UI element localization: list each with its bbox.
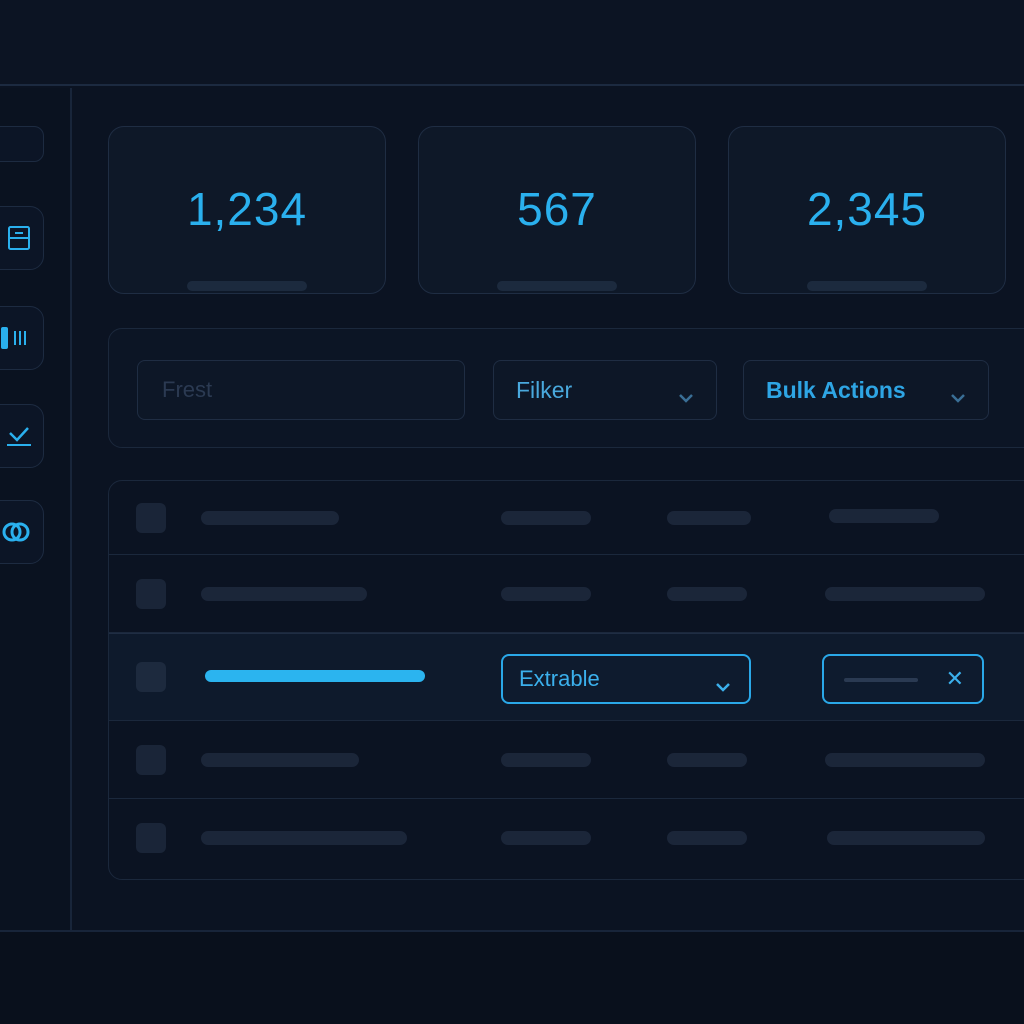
row-checkbox[interactable]	[136, 579, 166, 609]
row-checkbox[interactable]	[136, 823, 166, 853]
cell-placeholder	[667, 831, 747, 845]
cell-placeholder	[667, 511, 751, 525]
cell-placeholder	[201, 587, 367, 601]
row-checkbox[interactable]	[136, 503, 166, 533]
selected-row-name	[205, 670, 425, 682]
stat-value: 1,234	[186, 183, 308, 235]
bulk-actions-label: Bulk Actions	[766, 376, 906, 403]
cell-placeholder	[825, 587, 985, 601]
close-icon[interactable]: ✕	[946, 668, 964, 690]
cell-placeholder	[201, 831, 407, 845]
chevron-down-icon	[950, 383, 966, 410]
sidebar-item-bars[interactable]	[0, 306, 44, 370]
filter-toolbar: Frest Filker Bulk Actions	[108, 328, 1024, 448]
row-checkbox[interactable]	[136, 745, 166, 775]
search-placeholder: Frest	[162, 377, 213, 402]
search-input[interactable]: Frest	[137, 360, 465, 420]
cell-placeholder	[825, 753, 985, 767]
row-select-value: Extrable	[519, 666, 600, 691]
chevron-down-icon	[715, 673, 731, 699]
main-content: 1,234 567 2,345 Frest Filker Bulk Action…	[74, 88, 1024, 930]
tag-input-value-placeholder	[844, 678, 918, 682]
cell-placeholder	[201, 753, 359, 767]
table-row[interactable]	[109, 721, 1024, 799]
cell-placeholder	[501, 587, 591, 601]
stat-label-placeholder	[497, 281, 617, 291]
cell-placeholder	[501, 511, 591, 525]
filter-dropdown-label: Filker	[516, 376, 573, 403]
sidebar-item-archive[interactable]	[0, 206, 44, 270]
table-row[interactable]	[109, 555, 1024, 633]
filter-dropdown[interactable]: Filker	[493, 360, 717, 420]
top-bar	[0, 0, 1024, 86]
stat-label-placeholder	[187, 281, 307, 291]
table-row[interactable]	[109, 799, 1024, 879]
cell-placeholder	[827, 831, 985, 845]
sidebar	[0, 88, 72, 930]
bars-icon	[1, 326, 31, 350]
stat-label-placeholder	[807, 281, 927, 291]
cell-placeholder	[501, 753, 591, 767]
stat-card-1: 1,234	[108, 126, 386, 294]
table-row-selected[interactable]: Extrable ✕	[109, 633, 1024, 721]
sidebar-item-link[interactable]	[0, 500, 44, 564]
row-select[interactable]: Extrable	[501, 654, 751, 704]
archive-icon	[7, 225, 31, 251]
sidebar-item-chart[interactable]	[0, 404, 44, 468]
bulk-actions-dropdown[interactable]: Bulk Actions	[743, 360, 989, 420]
chevron-down-icon	[678, 383, 694, 410]
link-icon	[1, 519, 31, 545]
stat-value: 2,345	[806, 183, 928, 235]
stat-value: 567	[517, 183, 597, 235]
stat-card-3: 2,345	[728, 126, 1006, 294]
cell-placeholder	[667, 753, 747, 767]
cell-placeholder	[829, 509, 939, 523]
sidebar-item-collapsed[interactable]	[0, 126, 44, 162]
data-table: Extrable ✕	[108, 480, 1024, 880]
bottom-bar	[0, 930, 1024, 1024]
stat-card-2: 567	[418, 126, 696, 294]
row-checkbox[interactable]	[136, 662, 166, 692]
row-tag-input[interactable]: ✕	[822, 654, 984, 704]
cell-placeholder	[201, 511, 339, 525]
cell-placeholder	[501, 831, 591, 845]
cell-placeholder	[667, 587, 747, 601]
table-row[interactable]	[109, 481, 1024, 555]
chart-check-icon	[7, 425, 31, 447]
